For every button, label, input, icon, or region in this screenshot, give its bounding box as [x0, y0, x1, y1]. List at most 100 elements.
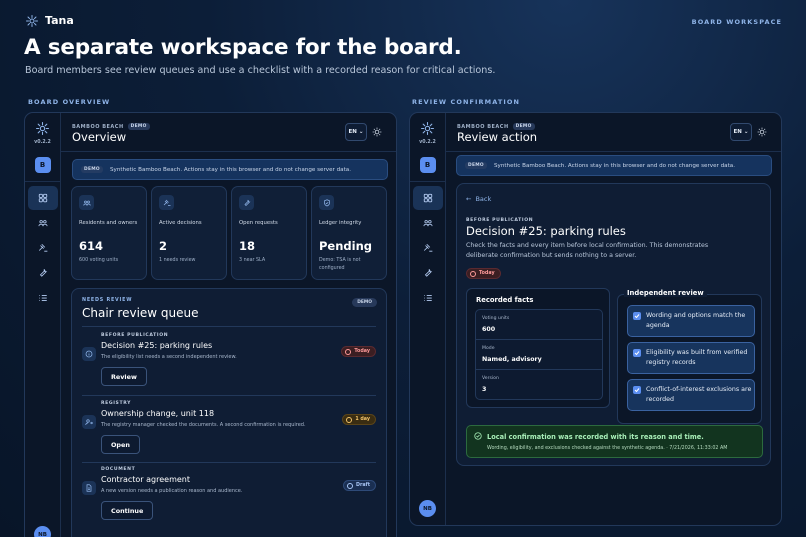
fact-value: 600 — [482, 326, 496, 333]
breadcrumb-label: BAMBOO BEACH — [457, 123, 509, 130]
queue-item-desc: The eligibility list needs a second inde… — [101, 354, 237, 360]
language-value: EN — [733, 129, 742, 135]
status-badge: Today — [466, 268, 501, 279]
nav-checklist[interactable] — [28, 286, 58, 310]
nav-checklist[interactable] — [413, 286, 443, 310]
review-heading: Independent review — [624, 289, 707, 297]
back-label: Back — [475, 195, 492, 203]
checkbox-checked-icon[interactable] — [633, 349, 641, 357]
facts-heading: Recorded facts — [476, 296, 534, 304]
app-logo-icon — [36, 122, 49, 135]
section-label-review: REVIEW CONFIRMATION — [412, 98, 521, 106]
checklist-item[interactable]: Conflict-of-interest exclusions are reco… — [627, 379, 755, 411]
demo-banner-text: Synthetic Bamboo Beach. Actions stay in … — [493, 162, 735, 169]
status-badge-label: Draft — [356, 483, 370, 488]
nav-requests[interactable] — [28, 261, 58, 285]
clock-icon — [345, 348, 352, 355]
queue-item-kicker: BEFORE PUBLICATION — [101, 333, 169, 338]
stat-card-residents[interactable]: Residents and owners 614 600 voting unit… — [71, 186, 147, 280]
queue-item: BEFORE PUBLICATION Decision #25: parking… — [82, 333, 376, 403]
user-switch-icon — [85, 419, 93, 426]
stat-value: 18 — [239, 239, 256, 253]
info-icon — [85, 350, 93, 358]
nav-decisions[interactable] — [413, 236, 443, 260]
nav-residents[interactable] — [413, 211, 443, 235]
nav-residents[interactable] — [28, 211, 58, 235]
checklist-item[interactable]: Eligibility was built from verified regi… — [627, 342, 755, 374]
checkbox-checked-icon[interactable] — [633, 312, 641, 320]
queue-item: DOCUMENT Contractor agreement A new vers… — [82, 467, 376, 537]
status-badge-label: Today — [479, 271, 495, 276]
nav-overview[interactable] — [412, 186, 443, 210]
demo-chip: DEMO — [465, 162, 487, 169]
stat-label: Ledger integrity — [319, 220, 362, 226]
page-title: A separate workspace for the board. — [24, 35, 462, 60]
wrench-icon — [424, 269, 432, 277]
success-alert: Local confirmation was recorded with its… — [466, 425, 763, 458]
independent-review: Independent review Wording and options m… — [617, 289, 762, 424]
demo-chip: DEMO — [81, 166, 103, 173]
language-value: EN — [348, 129, 357, 135]
app-logo-icon — [421, 122, 434, 135]
stat-card-ledger[interactable]: Ledger integrity Pending Demo: TSA is no… — [311, 186, 387, 280]
queue-item-desc: The registry manager checked the documen… — [101, 422, 306, 428]
demo-banner-text: Synthetic Bamboo Beach. Actions stay in … — [109, 166, 351, 173]
stat-value: 614 — [79, 239, 104, 253]
users-icon — [38, 220, 47, 227]
recorded-facts: Recorded facts Voting units 600 Mode Nam… — [466, 288, 610, 408]
checklist-item[interactable]: Wording and options match the agenda — [627, 305, 755, 337]
fact-key: Version — [482, 376, 499, 381]
avatar[interactable]: NB — [419, 500, 436, 517]
gavel-icon — [163, 199, 170, 206]
stat-sub: 600 voting units — [79, 258, 119, 263]
queue-item-title: Decision #25: parking rules — [101, 341, 213, 350]
demo-chip: DEMO — [352, 298, 377, 307]
review-button[interactable]: Review — [101, 367, 147, 386]
theme-toggle-icon[interactable] — [372, 127, 382, 137]
status-badge-label: Today — [354, 349, 370, 354]
workspace-label: BOARD WORKSPACE — [691, 18, 782, 26]
nav-decisions[interactable] — [28, 236, 58, 260]
checkbox-checked-icon[interactable] — [633, 386, 641, 394]
brand[interactable]: Tana — [26, 14, 74, 27]
gavel-icon — [423, 243, 432, 252]
decision-kicker: BEFORE PUBLICATION — [466, 218, 534, 223]
back-link[interactable]: ← Back — [466, 195, 491, 203]
status-badge: Today — [341, 346, 376, 357]
queue-item-kicker: DOCUMENT — [101, 467, 136, 472]
stat-sub: Demo: TSA is not configured — [319, 258, 361, 271]
users-icon — [423, 220, 432, 227]
nav-requests[interactable] — [413, 261, 443, 285]
brand-logo-icon — [26, 14, 38, 27]
decision-title: Decision #25: parking rules — [466, 224, 626, 238]
checklist-icon — [423, 295, 432, 301]
status-badge-label: 1 day — [355, 417, 370, 422]
page-subtitle: Board members see review queues and use … — [25, 65, 496, 76]
gavel-icon — [38, 243, 47, 252]
grid-icon — [423, 193, 432, 203]
panel-title: Review action — [457, 130, 538, 144]
queue-item-title: Contractor agreement — [101, 475, 190, 484]
stat-card-decisions[interactable]: Active decisions 2 1 needs review — [151, 186, 227, 280]
open-button[interactable]: Open — [101, 435, 140, 454]
chevron-down-icon: ⌄ — [358, 129, 364, 135]
continue-button[interactable]: Continue — [101, 501, 154, 520]
fact-value: 3 — [482, 386, 487, 393]
language-select[interactable]: EN ⌄ — [345, 123, 367, 141]
theme-toggle-icon[interactable] — [757, 127, 767, 137]
queue-item-title: Ownership change, unit 118 — [101, 409, 215, 418]
stat-card-requests[interactable]: Open requests 18 3 near SLA — [231, 186, 307, 280]
workspace-switcher[interactable]: B — [34, 157, 51, 173]
checklist-icon — [38, 295, 47, 301]
demo-chip: DEMO — [512, 123, 535, 130]
section-label-overview: BOARD OVERVIEW — [28, 98, 111, 106]
fact-row: Voting units 600 — [476, 310, 602, 340]
avatar[interactable]: NB — [34, 526, 51, 537]
workspace-switcher[interactable]: B — [419, 157, 436, 173]
stat-label: Residents and owners — [79, 220, 138, 226]
demo-banner: DEMO Synthetic Bamboo Beach. Actions sta… — [72, 159, 388, 180]
nav-rail: v0.2.2 B NB — [25, 113, 61, 537]
users-icon — [82, 200, 91, 206]
language-select[interactable]: EN ⌄ — [730, 123, 752, 141]
nav-overview[interactable] — [27, 186, 58, 210]
